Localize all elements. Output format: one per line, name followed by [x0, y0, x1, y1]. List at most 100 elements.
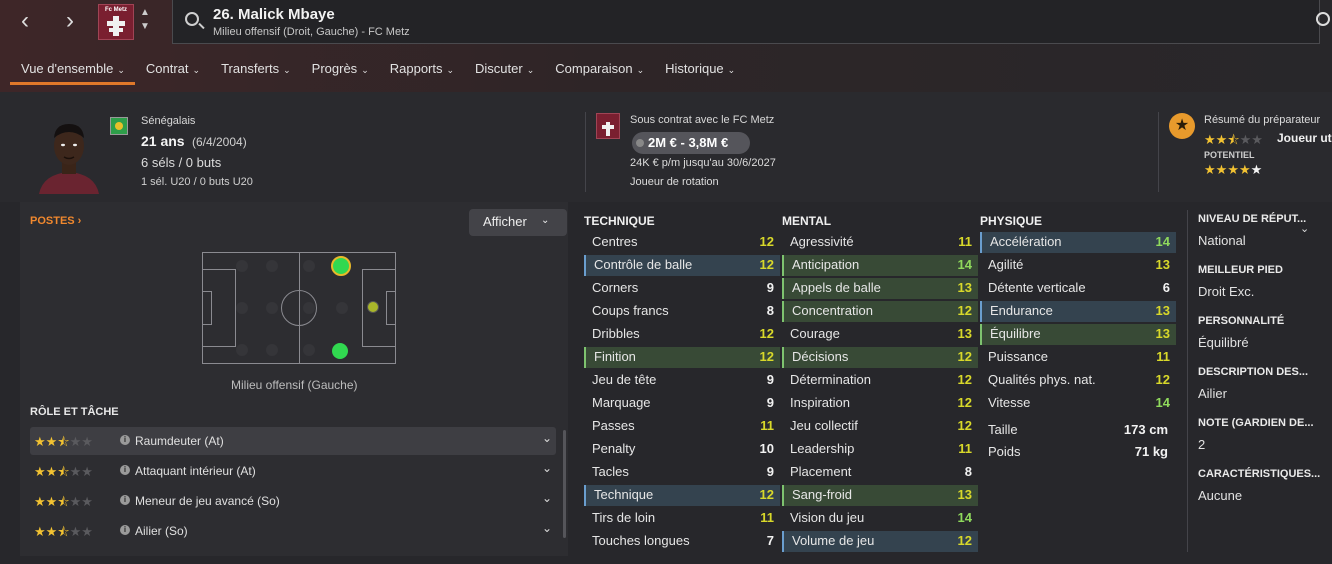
attribute-technique[interactable]: Touches longues 7 [584, 531, 780, 552]
attribute-technique[interactable]: Tacles 9 [584, 462, 780, 483]
attribute-mental[interactable]: Sang-froid 13 [782, 485, 978, 506]
attribute-mental[interactable]: Placement 8 [782, 462, 978, 483]
weight-label: Poids [988, 444, 1021, 459]
attribute-name: Jeu collectif [790, 418, 858, 433]
tab-1[interactable]: Contrat ⌄ [135, 58, 210, 85]
attribute-name: Courage [790, 326, 840, 341]
tab-5[interactable]: Discuter ⌄ [464, 58, 544, 85]
role-stars: ★★⯪★★ [34, 524, 93, 539]
attribute-value: 11 [958, 441, 972, 456]
attribute-value: 9 [766, 464, 774, 479]
attribute-technique[interactable]: Contrôle de balle 12 [584, 255, 780, 276]
report-title: Résumé du préparateur [1204, 114, 1321, 126]
divider [1158, 112, 1159, 192]
info-icon[interactable]: i [120, 465, 130, 475]
tab-3[interactable]: Progrès ⌄ [301, 58, 379, 85]
role-row[interactable]: ★★⯪★★ i Meneur de jeu avancé (So) ⌄ [30, 487, 556, 515]
attribute-name: Vitesse [988, 395, 1031, 410]
roles-scrollbar[interactable] [563, 430, 566, 538]
chevron-updown-icon[interactable]: ▲ ▼ [140, 6, 150, 34]
attribute-value: 14 [957, 257, 972, 272]
role-row[interactable]: ★★⯪★★ i Attaquant intérieur (At) ⌄ [30, 457, 556, 485]
attribute-technique[interactable]: Penalty 10 [584, 439, 780, 460]
chevron-down-icon[interactable]: ⌄ [542, 461, 552, 475]
chevron-down-icon[interactable]: ⌄ [542, 491, 552, 505]
youth-caps: 1 sél. U20 / 0 buts U20 [141, 176, 253, 188]
attribute-mental[interactable]: Concentration 12 [782, 301, 978, 322]
role-row[interactable]: ★★⯪★★ i Ailier (So) ⌄ [30, 517, 556, 545]
club-crest-icon[interactable]: Fc Metz [98, 4, 134, 40]
forward-arrow-icon[interactable]: › [55, 9, 85, 34]
attribute-mental[interactable]: Leadership 11 [782, 439, 978, 460]
attribute-technique[interactable]: Technique 12 [584, 485, 780, 506]
attribute-technique[interactable]: Centres 12 [584, 232, 780, 253]
date-of-birth: (6/4/2004) [192, 135, 247, 149]
attribute-physique[interactable]: Qualités phys. nat. 12 [980, 370, 1176, 391]
tab-0[interactable]: Vue d'ensemble ⌄ [10, 58, 135, 85]
attribute-technique[interactable]: Tirs de loin 11 [584, 508, 780, 529]
attribute-technique[interactable]: Marquage 9 [584, 393, 780, 414]
chevron-down-icon[interactable]: ⌄ [1300, 222, 1309, 235]
attribute-mental[interactable]: Vision du jeu 14 [782, 508, 978, 529]
club-crest-icon [596, 113, 620, 139]
attribute-name: Qualités phys. nat. [988, 372, 1096, 387]
chevron-down-icon: ⌄ [727, 65, 736, 75]
attribute-physique[interactable]: Agilité 13 [980, 255, 1176, 276]
attribute-value: 12 [1155, 372, 1170, 387]
attribute-name: Volume de jeu [792, 533, 875, 548]
positions-link[interactable]: POSTES › [30, 215, 81, 227]
info-icon[interactable]: i [120, 525, 130, 535]
attribute-mental[interactable]: Volume de jeu 12 [782, 531, 978, 552]
attribute-mental[interactable]: Agressivité 11 [782, 232, 978, 253]
tab-7[interactable]: Historique ⌄ [654, 58, 745, 85]
attribute-name: Agilité [988, 257, 1024, 272]
attribute-technique[interactable]: Dribbles 12 [584, 324, 780, 345]
info-icon[interactable]: i [120, 495, 130, 505]
attribute-technique[interactable]: Jeu de tête 9 [584, 370, 780, 391]
attribute-value: 12 [759, 257, 774, 272]
attribute-value: 12 [957, 395, 972, 410]
show-dropdown[interactable]: Afficher ⌄ [469, 209, 567, 236]
attribute-physique[interactable]: Accélération 14 [980, 232, 1176, 253]
globe-icon[interactable] [1316, 12, 1330, 26]
attribute-physique[interactable]: Détente verticale 6 [980, 278, 1176, 299]
attribute-physique[interactable]: Endurance 13 [980, 301, 1176, 322]
search-icon[interactable] [185, 12, 199, 26]
player-search-bar[interactable]: 26. Malick Mbaye Milieu offensif (Droit,… [172, 0, 1320, 44]
attribute-mental[interactable]: Décisions 12 [782, 347, 978, 368]
mental-title: MENTAL [782, 214, 832, 228]
attribute-name: Dribbles [592, 326, 640, 341]
attribute-technique[interactable]: Passes 11 [584, 416, 780, 437]
attribute-technique[interactable]: Coups francs 8 [584, 301, 780, 322]
info-icon[interactable]: i [120, 435, 130, 445]
attribute-technique[interactable]: Corners 9 [584, 278, 780, 299]
tab-6[interactable]: Comparaison ⌄ [544, 58, 654, 85]
chevron-down-icon[interactable]: ⌄ [542, 521, 552, 535]
info-value: Équilibré [1198, 335, 1249, 350]
attribute-name: Appels de balle [792, 280, 881, 295]
attribute-mental[interactable]: Jeu collectif 12 [782, 416, 978, 437]
attribute-mental[interactable]: Anticipation 14 [782, 255, 978, 276]
attribute-name: Leadership [790, 441, 855, 456]
attribute-name: Centres [592, 234, 638, 249]
role-row[interactable]: ★★⯪★★ i Raumdeuter (At) ⌄ [30, 427, 556, 455]
chevron-down-icon[interactable]: ⌄ [542, 431, 552, 445]
avatar [33, 114, 105, 194]
attribute-technique[interactable]: Finition 12 [584, 347, 780, 368]
player-profile-screen: ‹ › Fc Metz ▲ ▼ 26. Malick Mbaye Milieu o… [0, 0, 1332, 564]
attribute-physique[interactable]: Vitesse 14 [980, 393, 1176, 414]
tab-2[interactable]: Transferts ⌄ [210, 58, 301, 85]
attribute-physique[interactable]: Équilibre 13 [980, 324, 1176, 345]
attribute-physique[interactable]: Puissance 11 [980, 347, 1176, 368]
value-range-pill[interactable]: 2M € - 3,8M € [632, 132, 750, 154]
attribute-mental[interactable]: Appels de balle 13 [782, 278, 978, 299]
attribute-mental[interactable]: Courage 13 [782, 324, 978, 345]
back-arrow-icon[interactable]: ‹ [10, 9, 40, 34]
attribute-value: 7 [766, 533, 774, 548]
attribute-mental[interactable]: Inspiration 12 [782, 393, 978, 414]
international-caps: 6 séls / 0 buts [141, 155, 222, 170]
squad-status: Joueur de rotation [630, 176, 719, 188]
attribute-mental[interactable]: Détermination 12 [782, 370, 978, 391]
attribute-name: Coups francs [592, 303, 669, 318]
tab-4[interactable]: Rapports ⌄ [379, 58, 464, 85]
